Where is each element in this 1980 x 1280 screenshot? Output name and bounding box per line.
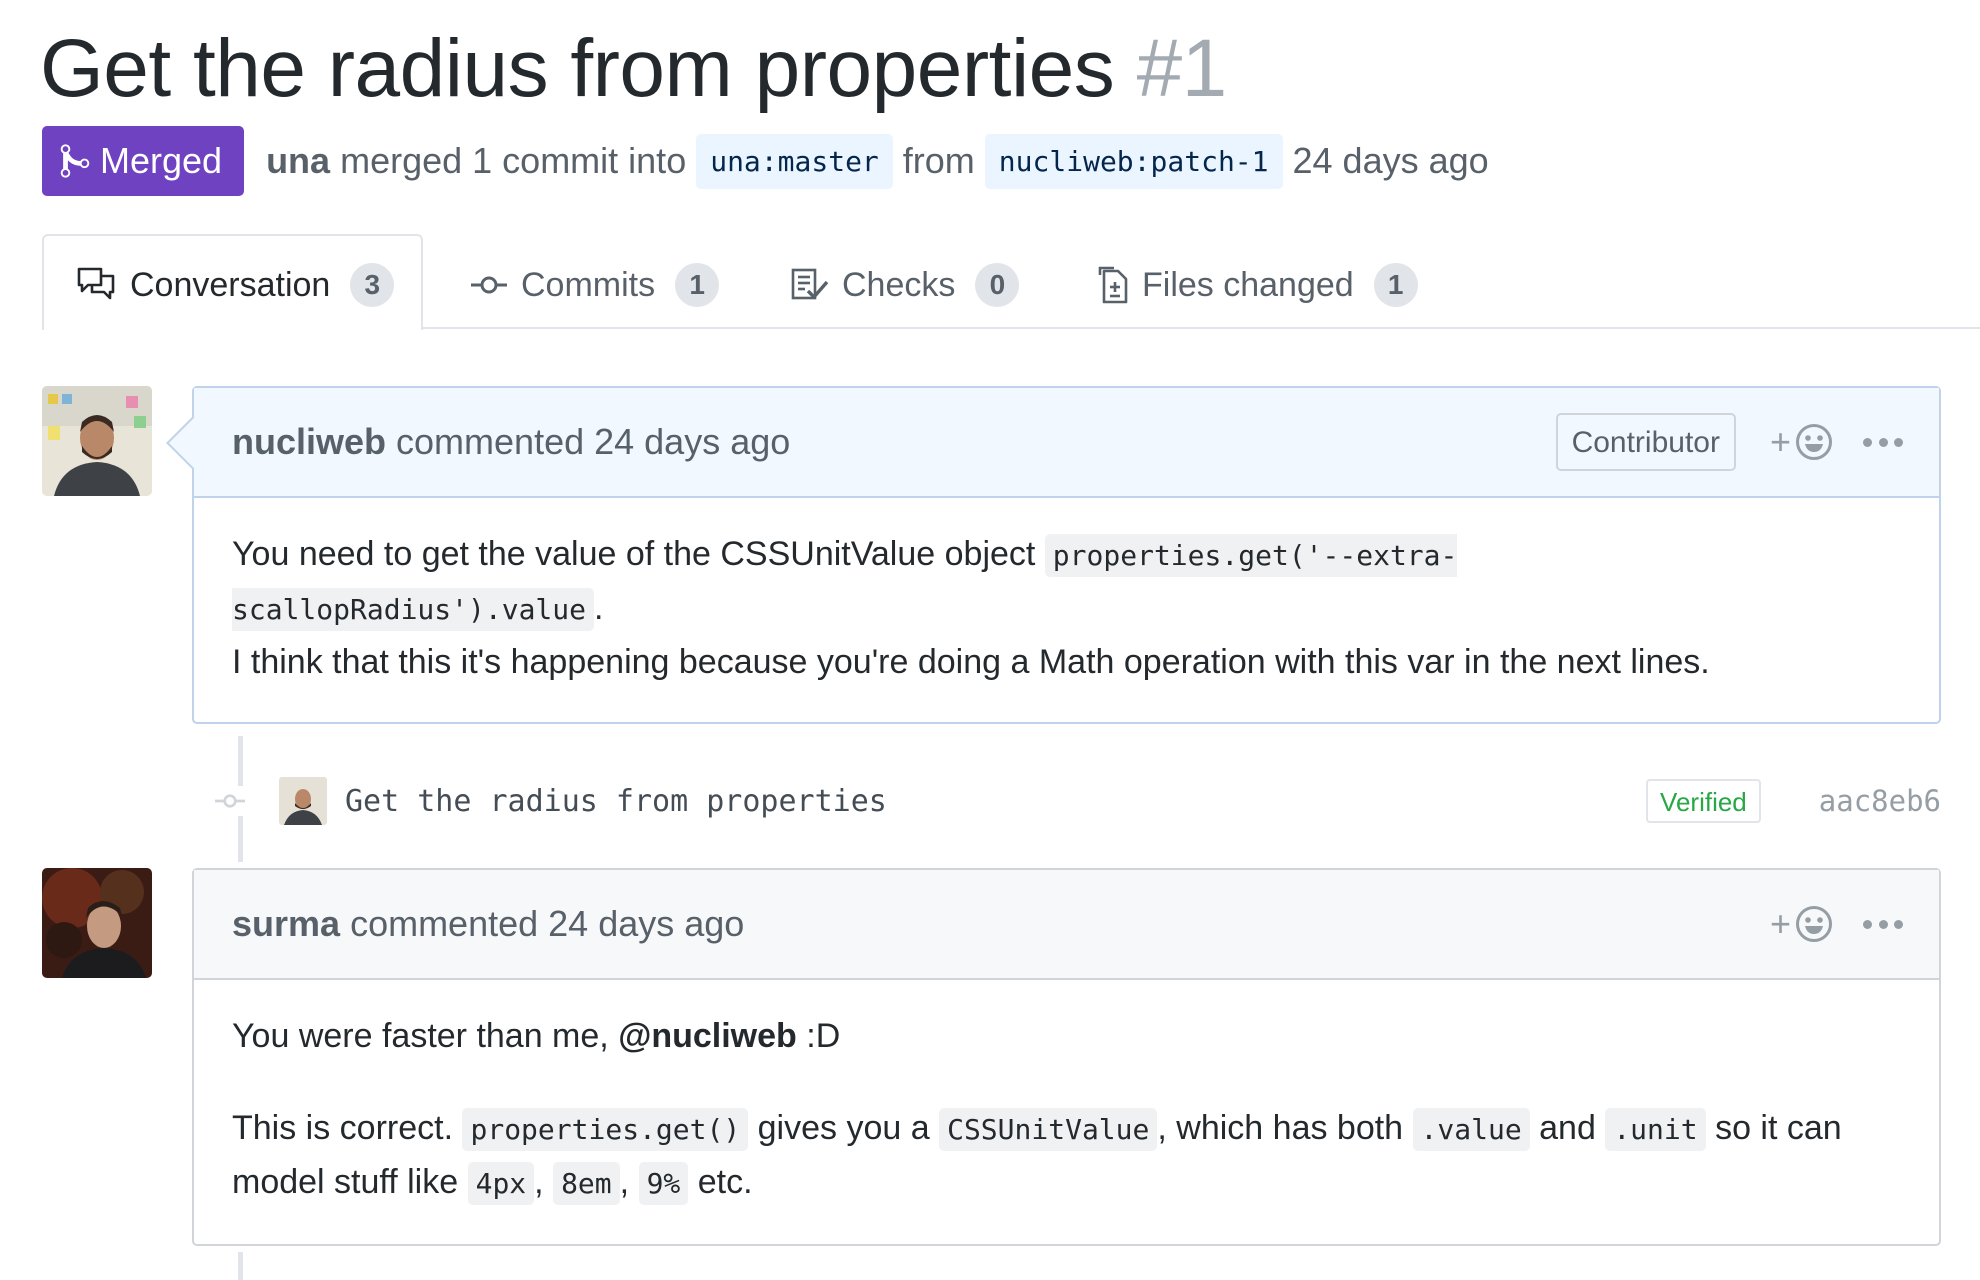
comment-timestamp[interactable]: commented 24 days ago bbox=[350, 903, 744, 945]
comment-text: , which has both bbox=[1157, 1109, 1413, 1147]
comment-timestamp[interactable]: commented 24 days ago bbox=[396, 421, 790, 463]
commit-sha[interactable]: aac8eb6 bbox=[1819, 784, 1941, 818]
tab-commits-count: 1 bbox=[675, 263, 720, 307]
inline-code: CSSUnitValue bbox=[939, 1108, 1158, 1151]
from-text: from bbox=[902, 140, 975, 181]
comment-author[interactable]: surma bbox=[232, 903, 340, 945]
pr-number: #1 bbox=[1136, 23, 1228, 114]
tab-conversation[interactable]: Conversation 3 bbox=[76, 262, 395, 308]
pull-request-page: Get the radius from properties #1 Merged… bbox=[0, 0, 1980, 1280]
inline-code: 4px bbox=[467, 1162, 535, 1205]
comment-header: nucliweb commented 24 days ago Contribut… bbox=[166, 388, 1939, 498]
comment-text: This is correct. bbox=[232, 1109, 463, 1147]
verified-badge[interactable]: Verified bbox=[1646, 779, 1761, 823]
inline-code: 8em bbox=[553, 1162, 620, 1205]
avatar-nucliweb[interactable] bbox=[42, 386, 152, 496]
comment-body: You were faster than me, @nucliweb :D Th… bbox=[194, 980, 1939, 1244]
contributor-badge: Contributor bbox=[1555, 413, 1736, 471]
tab-commits[interactable]: Commits 1 bbox=[469, 262, 720, 308]
more-options-icon[interactable] bbox=[1863, 436, 1903, 448]
comment-text: You need to get the value of the CSSUnit… bbox=[232, 535, 1045, 573]
tab-conversation-label: Conversation bbox=[130, 265, 331, 304]
merge-action-text: merged 1 commit into bbox=[340, 140, 687, 181]
inline-code: .unit bbox=[1605, 1108, 1706, 1151]
comment-text: gives you a bbox=[748, 1109, 940, 1147]
comment-text: :D bbox=[796, 1017, 841, 1055]
tab-files-changed-label: Files changed bbox=[1142, 265, 1354, 304]
comment-text: and bbox=[1529, 1109, 1606, 1147]
avatar-surma[interactable] bbox=[42, 868, 152, 978]
add-reaction-button[interactable]: + bbox=[1770, 903, 1833, 945]
plus-icon: + bbox=[1769, 903, 1791, 944]
comment-text: . bbox=[594, 589, 604, 627]
inline-code: properties.get() bbox=[462, 1108, 749, 1151]
inline-code: .value bbox=[1412, 1108, 1530, 1151]
comment-surma: surma commented 24 days ago + You were f… bbox=[192, 868, 1941, 1246]
comment-text: You were faster than me, bbox=[232, 1017, 619, 1055]
comment-nucliweb: nucliweb commented 24 days ago Contribut… bbox=[166, 386, 1941, 724]
tab-files-changed[interactable]: Files changed 1 bbox=[1096, 262, 1418, 308]
pr-title: Get the radius from properties #1 bbox=[40, 20, 1227, 118]
merger-username[interactable]: una bbox=[266, 140, 330, 182]
tab-files-changed-count: 1 bbox=[1373, 263, 1418, 307]
tabs-divider bbox=[423, 327, 1980, 329]
add-reaction-button[interactable]: + bbox=[1770, 421, 1833, 463]
tab-checks-count: 0 bbox=[975, 263, 1020, 307]
tab-commits-label: Commits bbox=[521, 265, 656, 304]
commit-message[interactable]: Get the radius from properties bbox=[345, 784, 1646, 819]
tab-checks[interactable]: Checks 0 bbox=[790, 262, 1020, 308]
comment-header: surma commented 24 days ago + bbox=[194, 870, 1939, 980]
plus-icon: + bbox=[1769, 421, 1791, 462]
merged-badge: Merged bbox=[42, 126, 245, 196]
merge-time[interactable]: 24 days ago bbox=[1293, 140, 1489, 182]
comment-text: etc. bbox=[688, 1163, 753, 1201]
smiley-icon bbox=[1796, 424, 1832, 460]
pr-title-text: Get the radius from properties bbox=[40, 23, 1115, 114]
git-commit-icon bbox=[215, 786, 245, 816]
user-mention[interactable]: @nucliweb bbox=[618, 1017, 797, 1055]
smiley-icon bbox=[1796, 906, 1832, 942]
diff-icon bbox=[1098, 266, 1128, 304]
head-branch[interactable]: nucliweb:patch-1 bbox=[984, 133, 1283, 189]
pr-meta: Merged una merged 1 commit into una:mast… bbox=[42, 126, 1489, 196]
comment-discussion-icon bbox=[77, 267, 115, 300]
git-commit-icon bbox=[471, 276, 507, 294]
checklist-icon bbox=[791, 268, 829, 300]
merged-badge-label: Merged bbox=[100, 140, 223, 181]
git-merge-icon bbox=[60, 144, 90, 178]
commit-row: Get the radius from properties Verified … bbox=[215, 766, 1941, 836]
commit-author-avatar[interactable] bbox=[279, 777, 327, 825]
comment-arrow bbox=[166, 416, 220, 470]
inline-code: 9% bbox=[638, 1162, 689, 1205]
tab-checks-label: Checks bbox=[842, 265, 956, 304]
comment-text: , bbox=[534, 1163, 554, 1201]
comment-text: I think that this it's happening because… bbox=[232, 643, 1710, 681]
comment-body: You need to get the value of the CSSUnit… bbox=[194, 498, 1939, 722]
comment-text: , bbox=[619, 1163, 639, 1201]
comment-author[interactable]: nucliweb bbox=[232, 421, 386, 463]
base-branch[interactable]: una:master bbox=[696, 133, 893, 189]
tab-conversation-count: 3 bbox=[350, 263, 395, 307]
timeline-line bbox=[238, 1252, 243, 1280]
more-options-icon[interactable] bbox=[1863, 918, 1903, 930]
